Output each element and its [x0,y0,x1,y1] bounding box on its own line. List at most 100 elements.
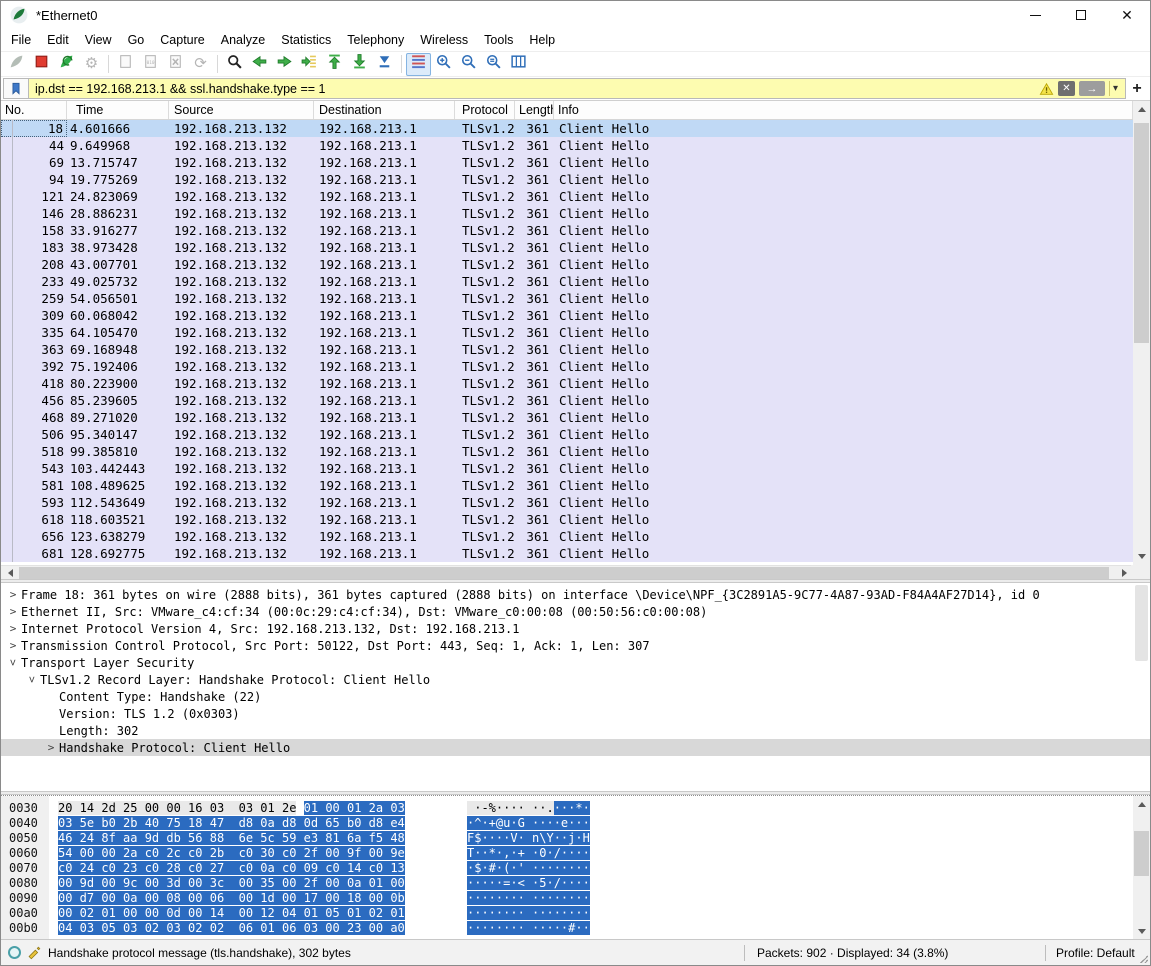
detail-line[interactable]: >Internet Protocol Version 4, Src: 192.1… [1,620,1150,637]
zoom-in-button[interactable] [431,53,456,76]
go-to-packet-button[interactable] [297,53,322,76]
display-filter-input[interactable]: ip.dst == 192.168.213.1 && ssl.handshake… [28,78,1126,99]
expand-arrow[interactable]: > [7,655,20,671]
close-file-button[interactable] [163,53,188,76]
detail-line[interactable]: >Ethernet II, Src: VMware_c4:cf:34 (00:0… [1,603,1150,620]
find-packet-button[interactable] [222,53,247,76]
menu-item-edit[interactable]: Edit [39,30,77,50]
go-forward-button[interactable] [272,53,297,76]
scroll-down-button[interactable] [1133,548,1150,565]
go-first-button[interactable] [322,53,347,76]
hex-row[interactable]: 00b004 03 05 03 02 03 02 02 06 01 06 03 … [1,920,1150,935]
bytes-vertical-scrollbar[interactable] [1133,796,1150,939]
scrollbar-thumb[interactable] [1134,831,1149,876]
scroll-left-button[interactable] [3,566,17,580]
filter-dropdown-button[interactable]: ▾ [1109,81,1121,96]
packet-row[interactable]: 656123.638279192.168.213.132192.168.213.… [1,528,1133,545]
packet-row[interactable]: 618118.603521192.168.213.132192.168.213.… [1,511,1133,528]
maximize-button[interactable] [1058,1,1104,29]
hex-row[interactable]: 0070c0 24 c0 23 c0 28 c0 27 c0 0a c0 09 … [1,860,1150,875]
menu-item-statistics[interactable]: Statistics [273,30,339,50]
go-last-button[interactable] [347,53,372,76]
hex-row[interactable]: 009000 d7 00 0a 00 08 00 06 00 1d 00 17 … [1,890,1150,905]
filter-bookmark-button[interactable] [3,78,28,99]
packet-row[interactable]: 681128.692775192.168.213.132192.168.213.… [1,545,1133,562]
minimize-button[interactable] [1012,1,1058,29]
packet-row[interactable]: 50695.340147192.168.213.132192.168.213.1… [1,426,1133,443]
packet-row[interactable]: 36369.168948192.168.213.132192.168.213.1… [1,341,1133,358]
capture-options-button[interactable]: ⚙ [79,53,104,76]
menu-item-wireless[interactable]: Wireless [412,30,476,50]
go-back-button[interactable] [247,53,272,76]
add-filter-button[interactable]: + [1126,78,1148,99]
menu-item-analyze[interactable]: Analyze [213,30,273,50]
scroll-up-button[interactable] [1133,101,1150,118]
packet-row[interactable]: 449.649968192.168.213.132192.168.213.1TL… [1,137,1133,154]
open-file-button[interactable] [113,53,138,76]
packet-row[interactable]: 39275.192406192.168.213.132192.168.213.1… [1,358,1133,375]
packet-row[interactable]: 581108.489625192.168.213.132192.168.213.… [1,477,1133,494]
packet-row[interactable]: 51899.385810192.168.213.132192.168.213.1… [1,443,1133,460]
expand-arrow[interactable]: > [26,672,39,688]
hex-row[interactable]: 008000 9d 00 9c 00 3d 00 3c 00 35 00 2f … [1,875,1150,890]
detail-line[interactable]: >Handshake Protocol: Client Hello [1,739,1150,756]
resize-grip[interactable] [1140,955,1148,963]
expand-arrow[interactable]: > [5,605,21,618]
column-header-time[interactable]: Time [67,101,169,119]
packet-row[interactable]: 25954.056501192.168.213.132192.168.213.1… [1,290,1133,307]
apply-filter-button[interactable]: → [1079,81,1105,96]
hex-row[interactable]: 005046 24 8f aa 9d db 56 88 6e 5c 59 e3 … [1,830,1150,845]
detail-line[interactable]: Length: 302 [1,722,1150,739]
expand-arrow[interactable]: > [5,639,21,652]
scrollbar-thumb[interactable] [19,567,1109,579]
details-scrollbar-thumb[interactable] [1135,585,1148,661]
packet-row[interactable]: 9419.775269192.168.213.132192.168.213.1T… [1,171,1133,188]
expand-arrow[interactable]: > [5,622,21,635]
hex-row[interactable]: 004003 5e b0 2b 40 75 18 47 d8 0a d8 0d … [1,815,1150,830]
colorize-button[interactable] [406,53,431,76]
zoom-reset-button[interactable] [481,53,506,76]
scrollbar-thumb[interactable] [1134,123,1149,343]
clear-filter-button[interactable]: ✕ [1058,81,1075,96]
expand-arrow[interactable]: > [5,588,21,601]
restart-capture-button[interactable] [54,53,79,76]
hex-row[interactable]: 00a000 02 01 00 00 0d 00 14 00 12 04 01 … [1,905,1150,920]
menu-item-file[interactable]: File [3,30,39,50]
scroll-down-button[interactable] [1133,923,1150,939]
zoom-out-button[interactable] [456,53,481,76]
menu-item-capture[interactable]: Capture [152,30,212,50]
resize-columns-button[interactable] [506,53,531,76]
save-file-button[interactable]: 010 [138,53,163,76]
packet-row[interactable]: 20843.007701192.168.213.132192.168.213.1… [1,256,1133,273]
menu-item-go[interactable]: Go [120,30,153,50]
packet-list-horizontal-scrollbar[interactable] [1,565,1133,579]
reload-file-button[interactable]: ⟳ [188,53,213,76]
column-header-info[interactable]: Info [554,101,1133,119]
stop-capture-button[interactable] [29,53,54,76]
menu-item-tools[interactable]: Tools [476,30,521,50]
detail-line[interactable]: >Frame 18: 361 bytes on wire (2888 bits)… [1,586,1150,603]
scroll-up-button[interactable] [1133,796,1150,813]
scroll-right-button[interactable] [1117,566,1131,580]
hex-row[interactable]: 006054 00 00 2a c0 2c c0 2b c0 30 c0 2f … [1,845,1150,860]
column-header-length[interactable]: Length [515,101,554,119]
packet-row[interactable]: 46889.271020192.168.213.132192.168.213.1… [1,409,1133,426]
packet-row[interactable]: 45685.239605192.168.213.132192.168.213.1… [1,392,1133,409]
packet-row[interactable]: 12124.823069192.168.213.132192.168.213.1… [1,188,1133,205]
close-button[interactable]: ✕ [1104,1,1150,29]
column-header-protocol[interactable]: Protocol [455,101,515,119]
packet-row[interactable]: 18338.973428192.168.213.132192.168.213.1… [1,239,1133,256]
packet-row[interactable]: 15833.916277192.168.213.132192.168.213.1… [1,222,1133,239]
packet-row[interactable]: 543103.442443192.168.213.132192.168.213.… [1,460,1133,477]
expand-arrow[interactable]: > [43,741,59,754]
detail-line[interactable]: >Transport Layer Security [1,654,1150,671]
packet-row[interactable]: 593112.543649192.168.213.132192.168.213.… [1,494,1133,511]
detail-line[interactable]: Version: TLS 1.2 (0x0303) [1,705,1150,722]
column-header-no[interactable]: No. [1,101,67,119]
packet-row[interactable]: 33564.105470192.168.213.132192.168.213.1… [1,324,1133,341]
packet-row[interactable]: 14628.886231192.168.213.132192.168.213.1… [1,205,1133,222]
hex-row[interactable]: 003020 14 2d 25 00 00 16 03 03 01 2e 01 … [1,800,1150,815]
packet-row[interactable]: 184.601666192.168.213.132192.168.213.1TL… [1,120,1133,137]
auto-scroll-button[interactable] [372,53,397,76]
capture-comment-icon[interactable] [27,945,42,960]
